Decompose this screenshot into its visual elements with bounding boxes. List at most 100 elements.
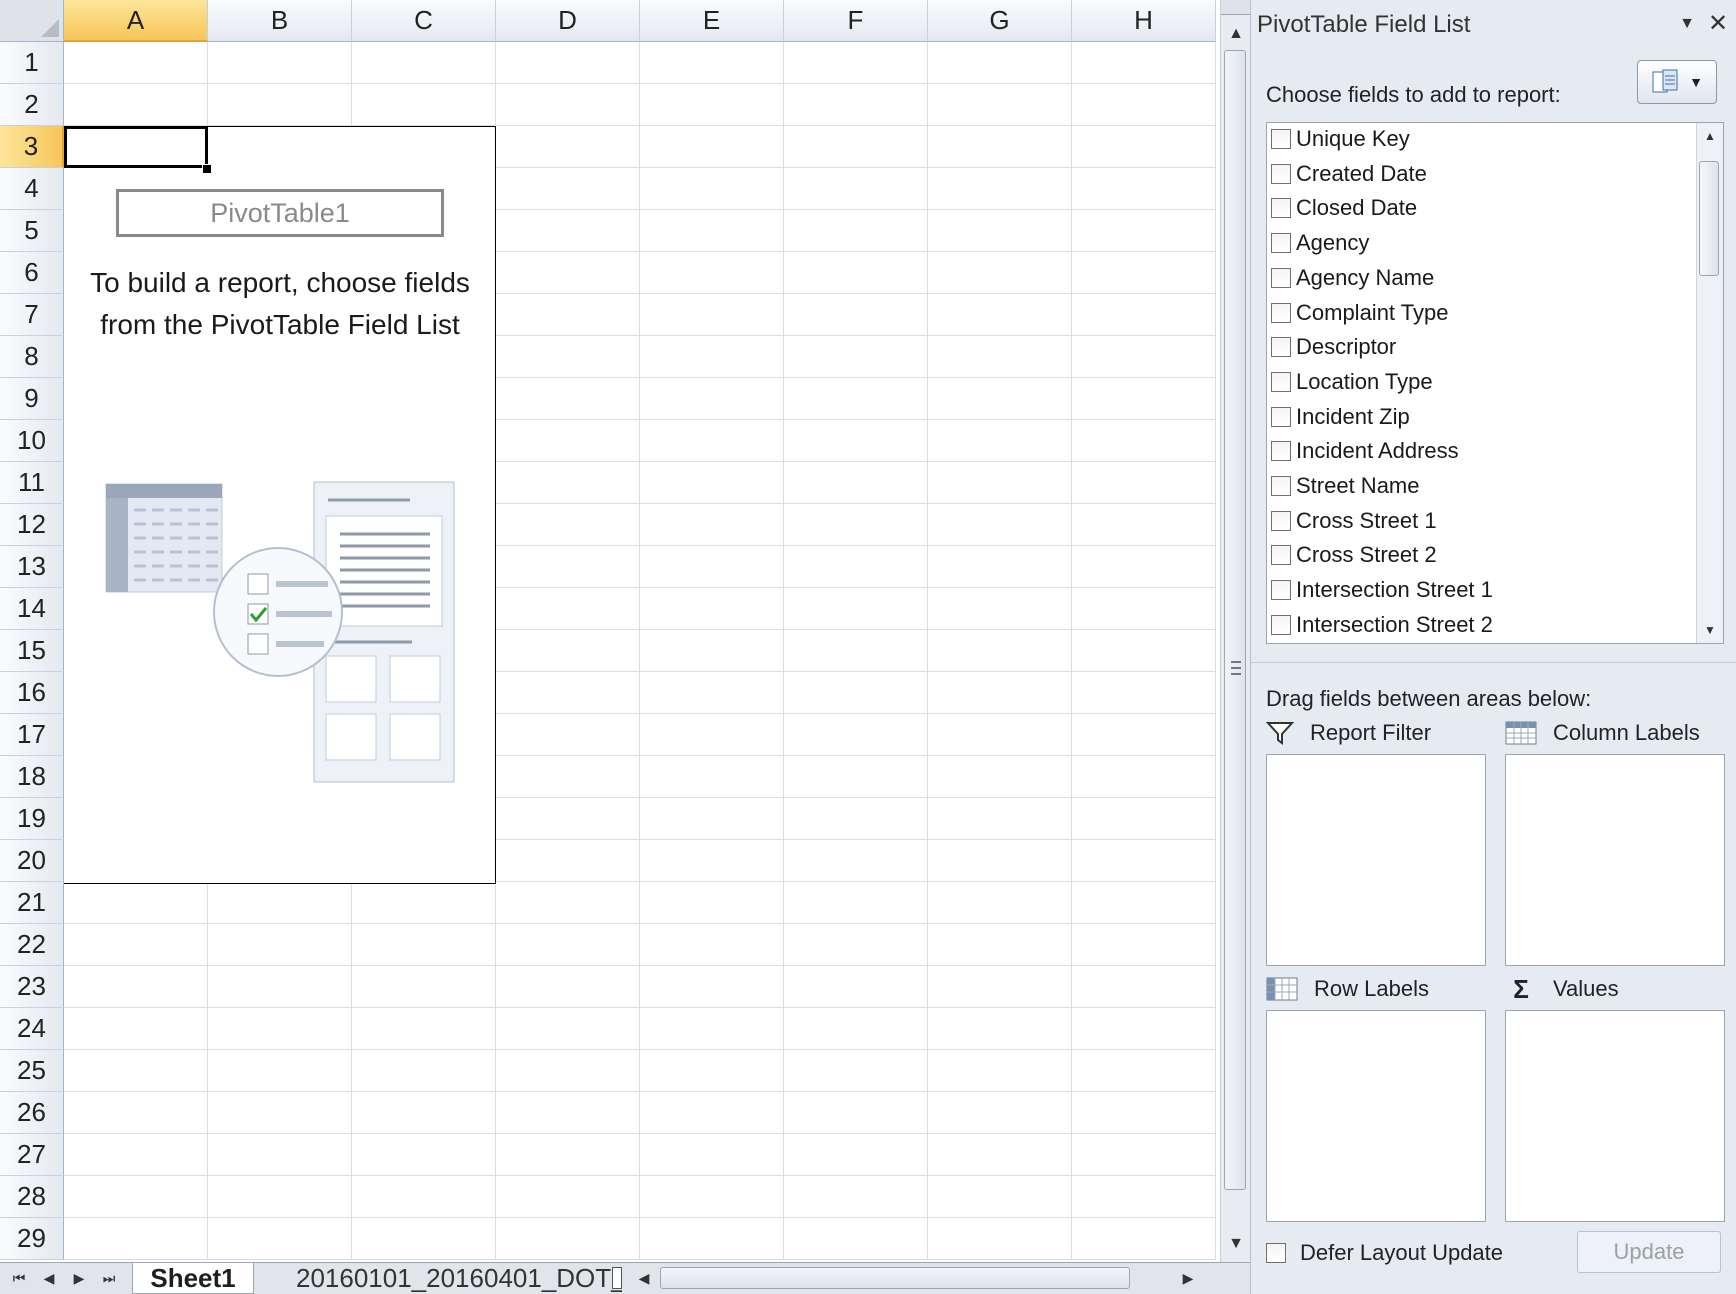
row-header-10[interactable]: 10 [0,420,64,462]
field-item[interactable]: Agency [1271,225,1369,261]
pane-splitter[interactable] [1251,662,1736,667]
row-header-12[interactable]: 12 [0,504,64,546]
row-header-17[interactable]: 17 [0,714,64,756]
row-header-1[interactable]: 1 [0,42,64,84]
row-header-13[interactable]: 13 [0,546,64,588]
pane-options-dropdown-icon[interactable]: ▼ [1675,12,1699,36]
row-header-24[interactable]: 24 [0,1008,64,1050]
row-header-7[interactable]: 7 [0,294,64,336]
defer-layout-checkbox[interactable] [1266,1243,1286,1263]
column-header-c[interactable]: C [352,0,496,42]
scroll-down-arrow-icon[interactable]: ▼ [1221,1230,1251,1258]
field-checkbox[interactable] [1271,302,1291,323]
field-item[interactable]: Intersection Street 1 [1271,572,1493,608]
row-header-3[interactable]: 3 [0,126,64,168]
field-checklist[interactable]: Intersection Street 2 Intersection Street… [1266,122,1724,644]
column-header-a[interactable]: A [64,0,208,42]
vertical-scrollbar[interactable]: ▲ ▼ [1220,0,1251,1262]
column-header-h[interactable]: H [1072,0,1216,42]
row-header-25[interactable]: 25 [0,1050,64,1092]
list-scroll-down-icon[interactable]: ▼ [1697,617,1723,643]
row-header-16[interactable]: 16 [0,672,64,714]
row-header-5[interactable]: 5 [0,210,64,252]
row-header-6[interactable]: 6 [0,252,64,294]
next-sheet-icon[interactable]: ▶ [66,1266,92,1290]
field-item[interactable]: Incident Zip [1271,399,1410,435]
row-header-18[interactable]: 18 [0,756,64,798]
row-header-29[interactable]: 29 [0,1218,64,1260]
fill-handle[interactable] [202,164,212,174]
horizontal-scrollbar[interactable]: ◀ ▶ [630,1265,1220,1291]
close-icon[interactable]: ✕ [1705,10,1731,37]
field-item[interactable]: Agency Name [1271,260,1434,296]
field-list-scrollbar[interactable]: ▲ ▼ [1696,123,1723,643]
horizontal-scroll-thumb[interactable] [660,1267,1130,1289]
last-sheet-icon[interactable]: ⏭ [96,1266,122,1290]
tab-split-handle[interactable] [612,1267,622,1289]
prev-sheet-icon[interactable]: ◀ [36,1266,62,1290]
field-checkbox[interactable] [1271,476,1291,496]
column-header-e[interactable]: E [640,0,784,42]
row-header-22[interactable]: 22 [0,924,64,966]
first-sheet-icon[interactable]: ⏮ [6,1266,32,1290]
scroll-left-arrow-icon[interactable]: ◀ [632,1267,656,1289]
field-item[interactable]: Descriptor [1271,329,1396,365]
active-cell-a3[interactable] [64,126,208,168]
row-header-4[interactable]: 4 [0,168,64,210]
update-button[interactable]: Update [1577,1231,1721,1273]
field-item[interactable]: Cross Street 1 [1271,503,1437,539]
field-checkbox[interactable] [1271,545,1291,566]
sheet-tab-data[interactable]: 20160101_20160401_DOT_ [258,1263,622,1293]
split-box[interactable] [1221,0,1251,15]
field-item[interactable]: Street Name [1271,468,1420,504]
field-checkbox[interactable] [1271,129,1291,149]
row-header-28[interactable]: 28 [0,1176,64,1218]
row-header-26[interactable]: 26 [0,1092,64,1134]
field-checkbox[interactable] [1271,614,1291,635]
report-filter-area[interactable] [1266,754,1486,966]
defer-layout-update[interactable]: Defer Layout Update [1266,1238,1503,1268]
column-header-d[interactable]: D [496,0,640,42]
scroll-right-arrow-icon[interactable]: ▶ [1176,1267,1200,1289]
field-checkbox[interactable] [1271,580,1291,601]
field-checkbox[interactable] [1271,510,1291,531]
field-checkbox[interactable] [1271,371,1291,392]
row-header-8[interactable]: 8 [0,336,64,378]
list-scroll-up-icon[interactable]: ▲ [1697,123,1723,149]
row-header-20[interactable]: 20 [0,840,64,882]
sheet-tab-sheet1[interactable]: Sheet1 [132,1263,254,1294]
field-checkbox[interactable] [1271,233,1291,254]
row-header-2[interactable]: 2 [0,84,64,126]
field-checkbox[interactable] [1271,406,1291,427]
field-item[interactable]: Location Type [1271,364,1433,400]
field-checkbox[interactable] [1271,267,1291,288]
field-item[interactable]: Closed Date [1271,190,1417,226]
list-scroll-thumb[interactable] [1699,161,1719,276]
values-area[interactable] [1505,1010,1725,1222]
row-header-11[interactable]: 11 [0,462,64,504]
select-all-corner[interactable] [0,0,64,42]
field-checkbox[interactable] [1271,337,1291,358]
row-header-14[interactable]: 14 [0,588,64,630]
row-header-9[interactable]: 9 [0,378,64,420]
field-layout-button[interactable]: ▼ [1637,60,1717,104]
field-item[interactable]: Cross Street 2 [1271,537,1437,573]
vertical-scroll-thumb[interactable] [1224,50,1246,1190]
field-item[interactable]: Intersection Street 2 [1271,607,1493,643]
row-header-19[interactable]: 19 [0,798,64,840]
row-header-23[interactable]: 23 [0,966,64,1008]
column-header-b[interactable]: B [208,0,352,42]
row-header-15[interactable]: 15 [0,630,64,672]
field-item[interactable]: Incident Address [1271,433,1459,469]
row-header-27[interactable]: 27 [0,1134,64,1176]
column-labels-area[interactable] [1505,754,1725,966]
field-item[interactable]: Created Date [1271,156,1427,192]
scroll-up-arrow-icon[interactable]: ▲ [1221,20,1251,48]
row-header-21[interactable]: 21 [0,882,64,924]
column-header-f[interactable]: F [784,0,928,42]
row-labels-area[interactable] [1266,1010,1486,1222]
field-item[interactable]: Complaint Type [1271,295,1448,331]
column-header-g[interactable]: G [928,0,1072,42]
field-checkbox[interactable] [1271,198,1291,219]
field-item[interactable]: Unique Key [1271,123,1410,157]
